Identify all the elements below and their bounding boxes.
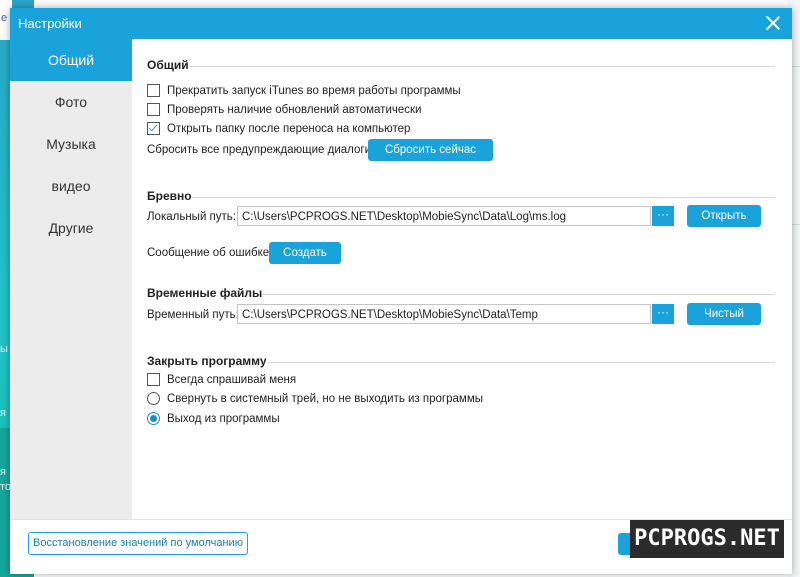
section-title-temp: Временные файлы	[147, 286, 263, 300]
close-icon[interactable]	[764, 14, 782, 32]
section-divider	[267, 362, 775, 363]
log-path-field[interactable]: C:\Users\PCPROGS.NET\Desktop\MobieSync\D…	[237, 206, 651, 226]
browse-temp-button[interactable]: ···	[652, 304, 674, 324]
open-folder-checkbox[interactable]	[147, 122, 160, 135]
option-exit-program[interactable]: Выход из программы	[147, 412, 280, 425]
background-text-fragment: я	[0, 466, 6, 478]
dialog-titlebar: Настройки	[10, 8, 792, 39]
option-auto-update[interactable]: Проверять наличие обновлений автоматичес…	[147, 103, 421, 116]
sidebar-item-photo[interactable]: Фото	[10, 81, 132, 123]
minimize-tray-radio[interactable]	[147, 392, 160, 405]
clear-temp-button[interactable]: Чистый	[687, 303, 761, 325]
option-always-ask[interactable]: Всегда спрашивай меня	[147, 373, 296, 386]
section-divider	[190, 66, 775, 67]
browse-log-button[interactable]: ···	[652, 206, 674, 226]
option-label: Открыть папку после переноса на компьюте…	[167, 122, 411, 135]
background-text-fragment: ы	[0, 343, 8, 355]
settings-sidebar: Общий Фото Музыка видео Другие	[10, 39, 132, 519]
option-label: Прекратить запуск iTunes во время работы…	[167, 84, 461, 97]
settings-dialog: Настройки Общий Фото Музыка видео Другие…	[10, 8, 792, 574]
error-report-label: Сообщение об ошибке:	[147, 247, 273, 259]
option-stop-itunes[interactable]: Прекратить запуск iTunes во время работы…	[147, 84, 461, 97]
restore-defaults-button[interactable]: Восстановление значений по умолчанию	[28, 532, 248, 555]
create-report-button[interactable]: Создать	[269, 242, 341, 264]
option-label: Проверять наличие обновлений автоматичес…	[167, 103, 422, 116]
always-ask-checkbox[interactable]	[147, 373, 160, 386]
section-divider	[262, 294, 775, 295]
reset-dialogs-label: Сбросить все предупреждающие диалоги:	[147, 144, 375, 156]
watermark-logo: PCPROGS.NET	[630, 520, 784, 558]
option-open-folder[interactable]: Открыть папку после переноса на компьюте…	[147, 122, 410, 135]
dialog-title: Настройки	[18, 16, 82, 31]
option-label: Всегда спрашивай меня	[167, 373, 297, 386]
temp-path-field[interactable]: C:\Users\PCPROGS.NET\Desktop\MobieSync\D…	[237, 304, 651, 324]
auto-update-checkbox[interactable]	[147, 103, 160, 116]
stop-itunes-checkbox[interactable]	[147, 84, 160, 97]
section-title-log: Бревно	[147, 189, 192, 203]
background-text-fragment: я	[0, 407, 6, 419]
option-label: Выход из программы	[167, 412, 280, 425]
sidebar-item-video[interactable]: видео	[10, 165, 132, 207]
temp-path-label: Временный путь:	[147, 309, 239, 321]
sidebar-item-other[interactable]: Другие	[10, 207, 132, 249]
background-title-text: e	[1, 12, 8, 24]
option-minimize-tray[interactable]: Свернуть в системный трей, но не выходит…	[147, 392, 483, 405]
sidebar-item-general[interactable]: Общий	[10, 39, 132, 81]
section-title-close: Закрыть программу	[147, 354, 267, 368]
section-divider	[192, 197, 775, 198]
section-title-general: Общий	[147, 58, 189, 72]
reset-now-button[interactable]: Сбросить сейчас	[368, 139, 493, 161]
settings-content: Общий Прекратить запуск iTunes во время …	[132, 39, 792, 519]
sidebar-item-music[interactable]: Музыка	[10, 123, 132, 165]
option-label: Свернуть в системный трей, но не выходит…	[167, 392, 483, 405]
exit-program-radio[interactable]	[147, 412, 160, 425]
log-path-label: Локальный путь:	[147, 211, 236, 223]
open-log-button[interactable]: Открыть	[687, 205, 761, 227]
